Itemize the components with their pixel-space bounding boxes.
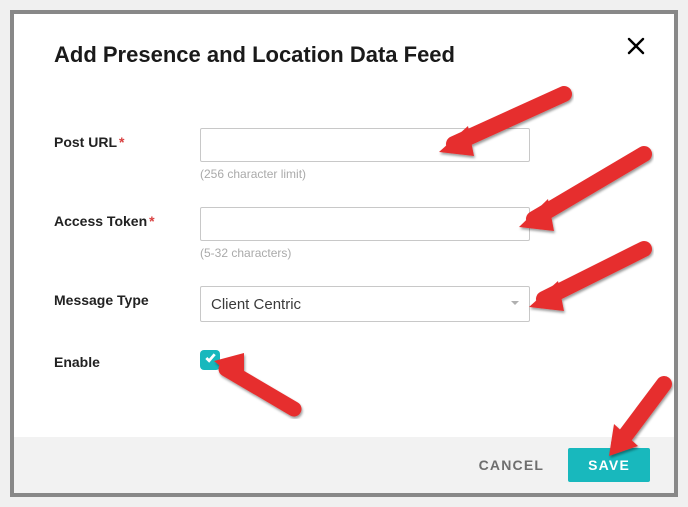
- form: Post URL* (256 character limit) Access T…: [54, 128, 634, 370]
- row-post-url: Post URL* (256 character limit): [54, 128, 634, 181]
- modal-dialog: Add Presence and Location Data Feed Post…: [10, 10, 678, 497]
- checkmark-icon: [204, 351, 217, 369]
- row-access-token: Access Token* (5-32 characters): [54, 207, 634, 260]
- row-enable: Enable: [54, 348, 634, 370]
- label-enable: Enable: [54, 348, 200, 370]
- label-message-type: Message Type: [54, 286, 200, 308]
- message-type-value: Client Centric: [211, 296, 301, 313]
- modal-title: Add Presence and Location Data Feed: [54, 42, 634, 68]
- save-button[interactable]: SAVE: [568, 448, 650, 482]
- hint-access-token: (5-32 characters): [200, 246, 530, 260]
- access-token-input[interactable]: [200, 207, 530, 241]
- hint-post-url: (256 character limit): [200, 167, 530, 181]
- modal-body: Add Presence and Location Data Feed Post…: [14, 14, 674, 437]
- required-asterisk: *: [149, 213, 154, 229]
- label-post-url: Post URL*: [54, 128, 200, 150]
- close-button[interactable]: [624, 36, 648, 60]
- cancel-button[interactable]: CANCEL: [475, 449, 549, 481]
- row-message-type: Message Type Client Centric: [54, 286, 634, 322]
- enable-checkbox[interactable]: [200, 350, 220, 370]
- modal-footer: CANCEL SAVE: [14, 437, 674, 493]
- label-access-token: Access Token*: [54, 207, 200, 229]
- close-icon: [627, 37, 645, 60]
- post-url-input[interactable]: [200, 128, 530, 162]
- required-asterisk: *: [119, 134, 124, 150]
- message-type-select[interactable]: Client Centric: [200, 286, 530, 322]
